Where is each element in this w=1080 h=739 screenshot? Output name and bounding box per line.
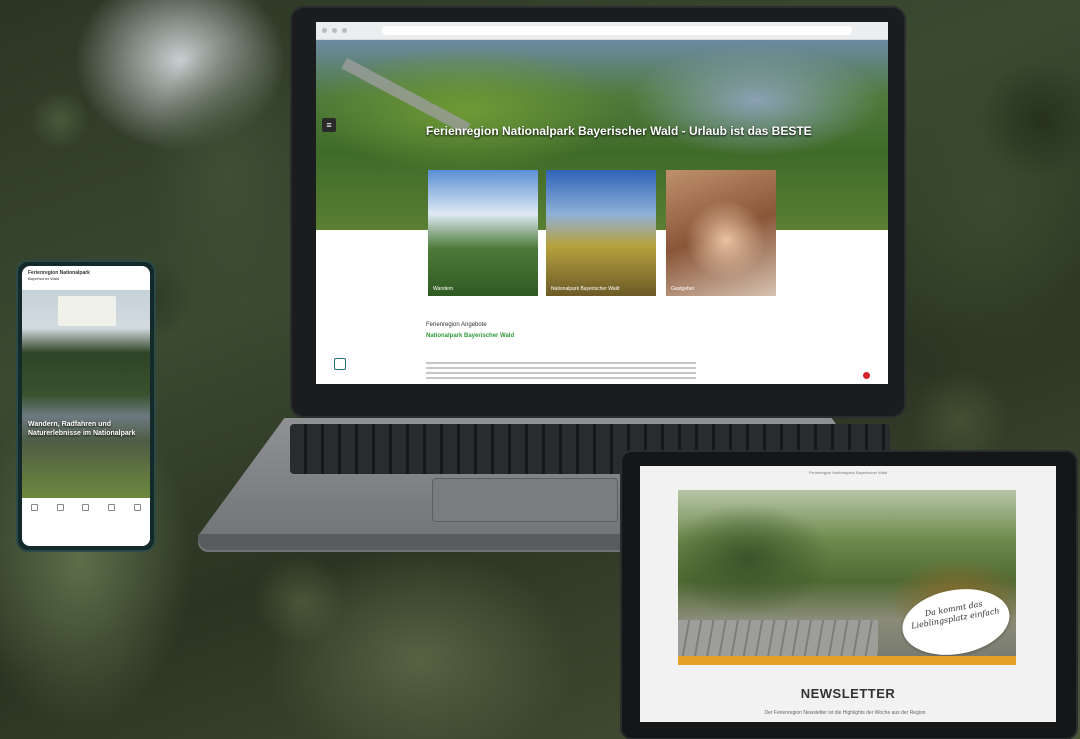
- tile-caption: Nationalpark Bayerischer Wald: [551, 286, 620, 292]
- phone-screen: Ferienregion Nationalpark Bayerischer Wa…: [22, 266, 150, 546]
- orange-divider: [678, 656, 1016, 665]
- browser-toolbar: [316, 22, 888, 40]
- body-text-lines: [426, 362, 696, 382]
- tile-nationalpark[interactable]: Nationalpark Bayerischer Wald: [546, 170, 656, 296]
- tablet-hero-image: Da kommt das Lieblingsplatz einfach: [678, 490, 1016, 663]
- nav-home-icon[interactable]: [31, 504, 39, 511]
- accessibility-icon[interactable]: [334, 358, 346, 370]
- menu-icon[interactable]: ≡: [322, 118, 336, 132]
- newsletter-title: NEWSLETTER: [800, 686, 896, 701]
- phone-header: Ferienregion Nationalpark Bayerischer Wa…: [22, 266, 150, 290]
- nav-calendar-icon[interactable]: [108, 504, 116, 511]
- phone-header-sub: Bayerischer Wald: [28, 276, 60, 281]
- nav-menu-icon[interactable]: [133, 504, 141, 511]
- tablet-top-text: Ferienregion Nationalpark Bayerischer Wa…: [808, 470, 888, 475]
- road-shape: [341, 57, 471, 135]
- nav-search-icon[interactable]: [82, 504, 90, 511]
- tile-caption: Wandern: [433, 286, 454, 292]
- laptop-trackpad: [432, 478, 618, 522]
- phone-hero-image: Wandern, Radfahren und Naturerlebnisse i…: [22, 290, 150, 517]
- tile-caption: Gastgeber: [671, 286, 695, 292]
- nav-map-icon[interactable]: [56, 504, 64, 511]
- phone-bottom-nav: [22, 498, 150, 546]
- laptop-screen: ≡ Ferienregion Nationalpark Bayerischer …: [316, 22, 888, 384]
- boardwalk-shape: [678, 620, 878, 656]
- browser-dot-icon: [332, 28, 337, 33]
- section-green-heading: Nationalpark Bayerischer Wald: [426, 333, 515, 339]
- tablet-screen: Ferienregion Nationalpark Bayerischer Wa…: [640, 466, 1056, 722]
- tile-gastgeber[interactable]: Gastgeber: [666, 170, 776, 296]
- browser-dot-icon: [342, 28, 347, 33]
- hero-title: Ferienregion Nationalpark Bayerischer Wa…: [426, 124, 812, 138]
- section-subheading: Ferienregion Angebote: [426, 322, 487, 328]
- chat-badge-icon[interactable]: [863, 372, 870, 379]
- tile-wandern[interactable]: Wandern: [428, 170, 538, 296]
- address-bar[interactable]: [382, 26, 852, 35]
- phone-popup-card[interactable]: [58, 296, 116, 326]
- speech-bubble: Da kommt das Lieblingsplatz einfach: [897, 581, 1015, 663]
- newsletter-text: Der Ferienregion Newsletter ist die High…: [764, 710, 926, 716]
- phone-overlay-text: Wandern, Radfahren und Naturerlebnisse i…: [28, 421, 136, 437]
- browser-dot-icon: [322, 28, 327, 33]
